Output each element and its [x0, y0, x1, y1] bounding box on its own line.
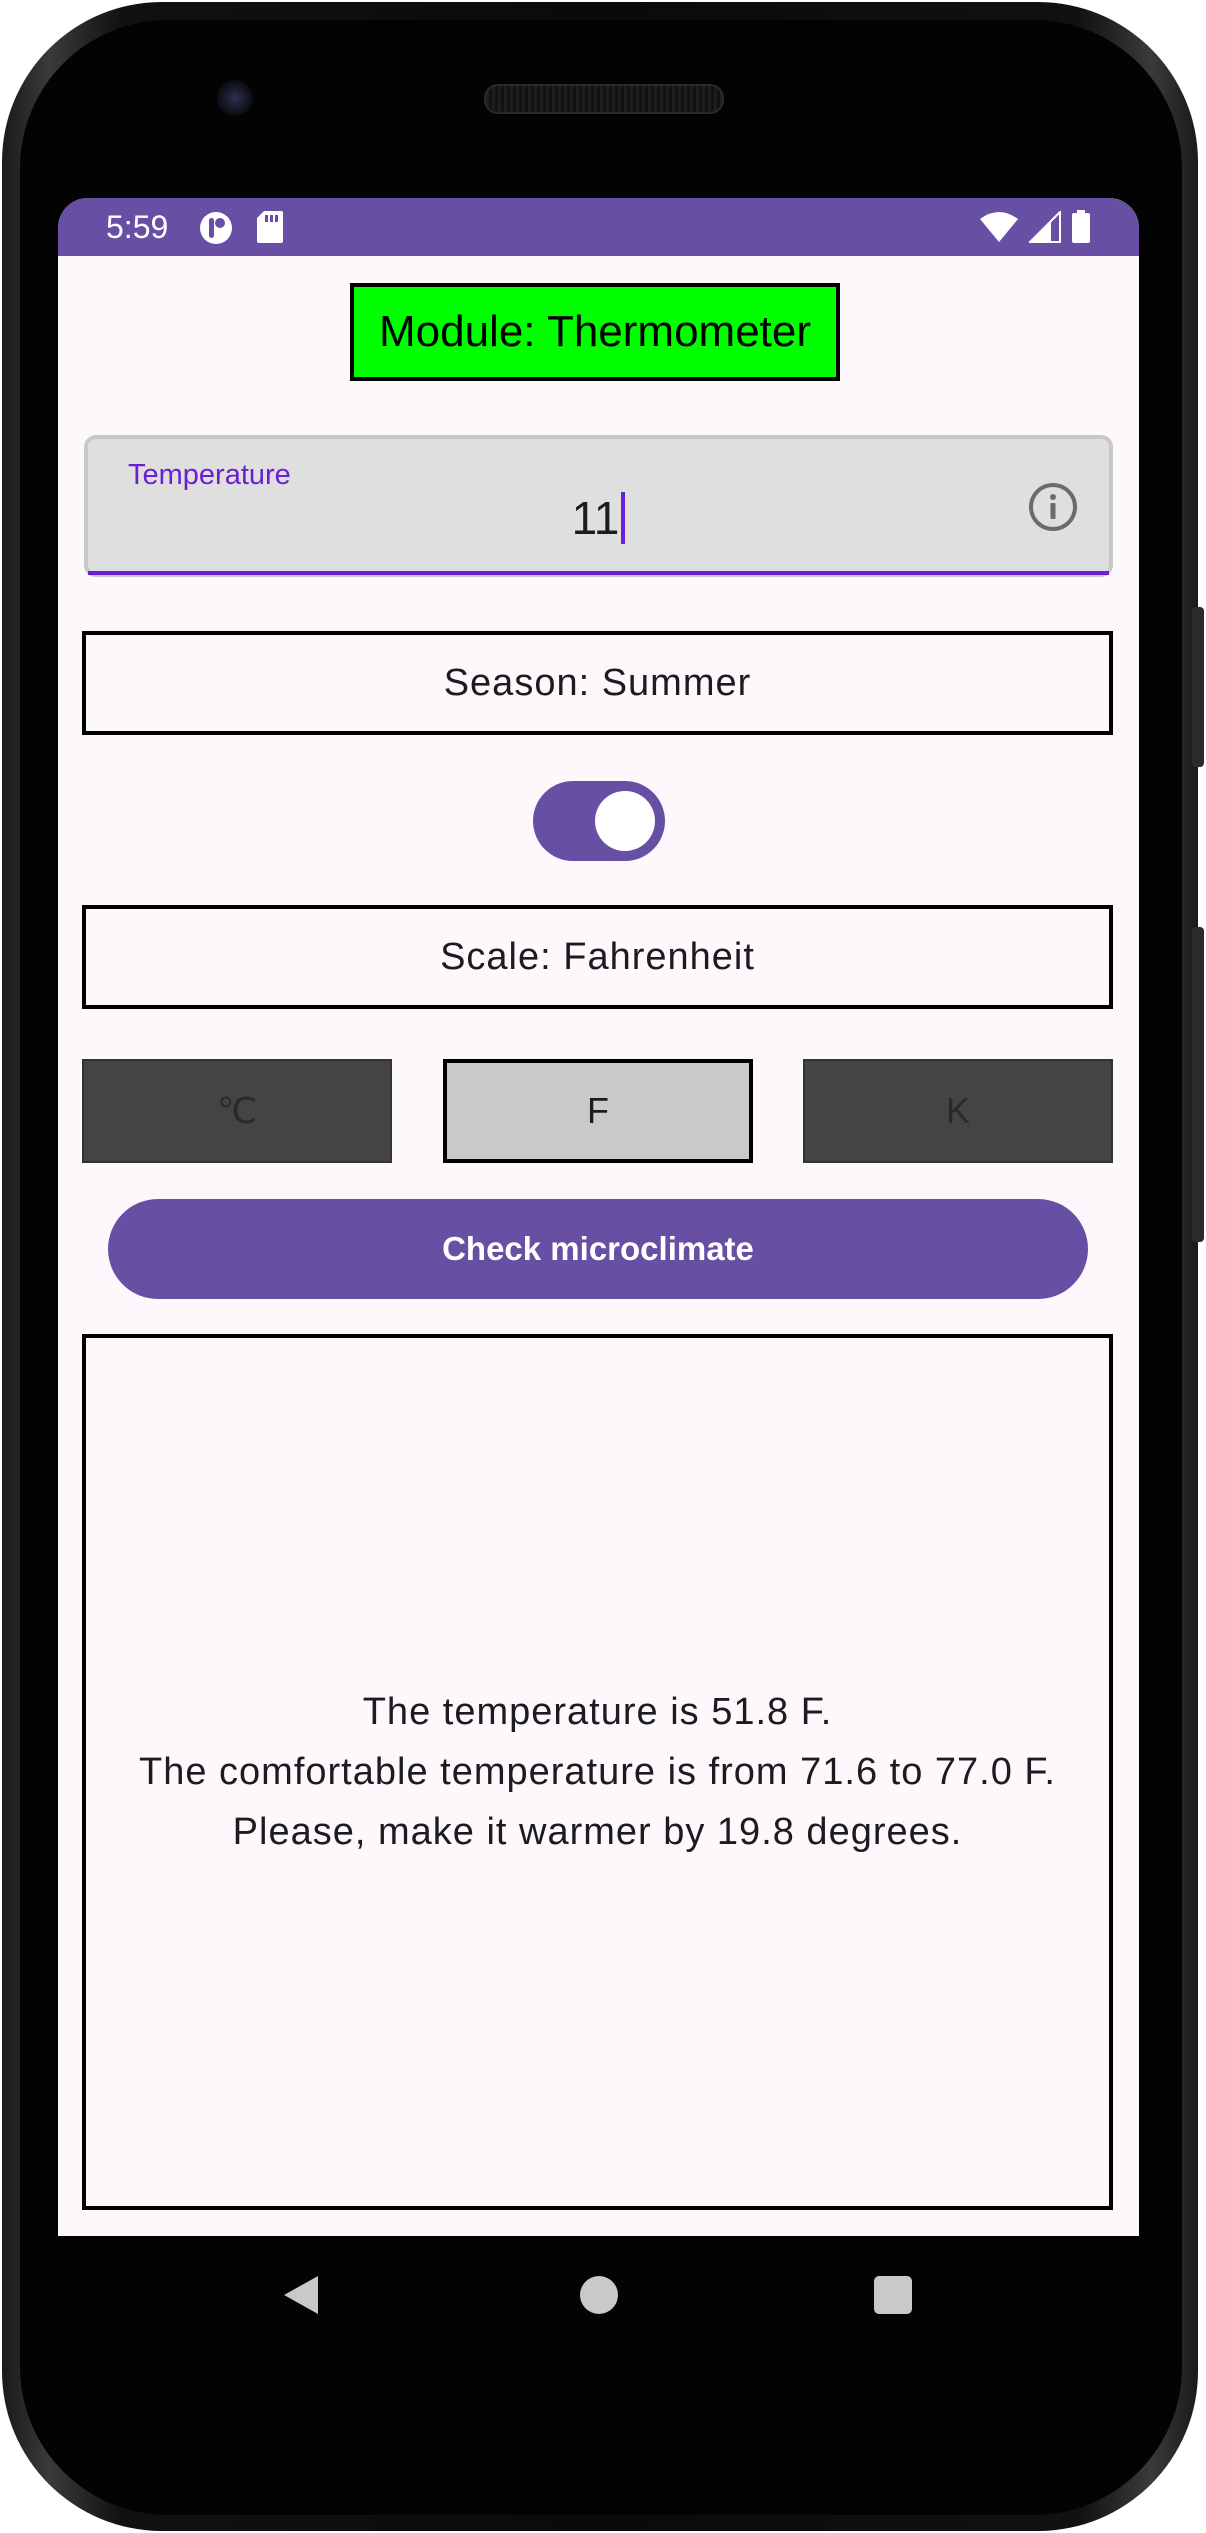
- status-bar: 5:59: [58, 198, 1139, 256]
- result-panel: The temperature is 51.8 F. The comfortab…: [82, 1334, 1113, 2210]
- screen: 5:59 Module: Thermometer Temperature 11 …: [58, 198, 1139, 2236]
- temperature-value[interactable]: 11: [572, 492, 620, 544]
- navigation-bar: [58, 2236, 1139, 2356]
- result-line: The comfortable temperature is from 71.6…: [139, 1751, 1056, 1793]
- home-icon[interactable]: [576, 2272, 622, 2323]
- device: 5:59 Module: Thermometer Temperature 11 …: [0, 0, 1206, 2533]
- temperature-field-label: Temperature: [128, 459, 291, 491]
- power-button: [1192, 927, 1204, 1242]
- wifi-icon: [979, 211, 1019, 248]
- result-text: The temperature is 51.8 F. The comfortab…: [113, 1682, 1083, 1862]
- earpiece-speaker: [484, 84, 724, 114]
- signal-icon: [1027, 209, 1061, 248]
- celsius-button[interactable]: ℃: [82, 1059, 392, 1163]
- switch-thumb[interactable]: [595, 791, 655, 851]
- front-camera: [217, 80, 253, 116]
- field-underline: [88, 571, 1109, 575]
- check-microclimate-button[interactable]: Check microclimate: [108, 1199, 1088, 1299]
- podcast-icon: [198, 210, 234, 251]
- battery-icon: [1071, 210, 1091, 249]
- status-time: 5:59: [106, 209, 169, 245]
- season-label: Season: Summer: [82, 631, 1113, 735]
- scale-label: Scale: Fahrenheit: [82, 905, 1113, 1009]
- text-caret: [621, 492, 626, 544]
- info-icon[interactable]: [1027, 481, 1079, 533]
- back-icon[interactable]: [278, 2272, 324, 2323]
- volume-button: [1192, 607, 1204, 767]
- temperature-input[interactable]: 11: [88, 491, 1109, 545]
- kelvin-button[interactable]: K: [803, 1059, 1113, 1163]
- recents-icon[interactable]: [870, 2272, 916, 2323]
- fahrenheit-button[interactable]: F: [443, 1059, 753, 1163]
- season-switch[interactable]: [533, 781, 665, 861]
- temperature-field[interactable]: Temperature 11: [84, 435, 1113, 577]
- result-line: Please, make it warmer by 19.8 degrees.: [232, 1811, 963, 1853]
- module-label: Module: Thermometer: [350, 283, 840, 381]
- sd-card-icon: [256, 210, 284, 249]
- result-line: The temperature is 51.8 F.: [362, 1691, 833, 1733]
